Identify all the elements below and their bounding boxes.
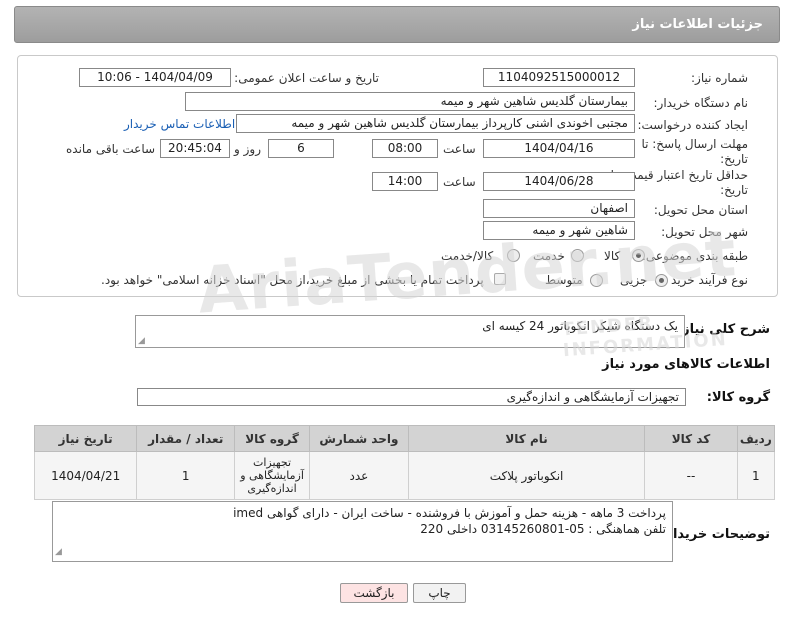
city-label: شهر محل تحویل: (661, 225, 748, 239)
purchase-radio-minor[interactable] (655, 274, 668, 287)
description-label: شرح کلی نیاز: (676, 322, 770, 337)
reply-deadline-label: مهلت ارسال پاسخ: تا تاریخ: (641, 137, 748, 166)
requester-field: مجتبی اخوندی اشنی کارپرداز بیمارستان گلد… (236, 114, 635, 133)
buyer-contact-link[interactable]: اطلاعات تماس خریدار (124, 117, 235, 131)
cell-unit: عدد (308, 451, 409, 500)
col-header-date: تاریخ نیاز (33, 425, 138, 452)
back-button[interactable]: بازگشت (340, 583, 408, 603)
purchase-type-label: نوع فرآیند خرید : (663, 273, 748, 287)
price-validity-date: 1404/06/28 (483, 172, 635, 191)
col-header-code: کد کالا (644, 425, 738, 452)
province-label: استان محل تحویل: (653, 203, 748, 217)
cell-code: -- (644, 451, 738, 500)
cell-row-number: 1 (736, 451, 776, 500)
cell-name: انکوباتور پلاکت (407, 451, 646, 500)
buyer-notes-label: توضیحات خریدار: (660, 527, 770, 542)
price-validity-time-label: ساعت (443, 175, 476, 189)
treasury-checkbox[interactable] (494, 273, 506, 285)
description-text: یک دستگاه شیکر انکوباتور 24 کیسه ای (482, 319, 678, 333)
announce-date-label: تاریخ و ساعت اعلان عمومی: (234, 71, 379, 85)
remaining-time-field: 20:45:04 (160, 139, 230, 158)
province-field: اصفهان (483, 199, 635, 218)
items-table: ردیف کد کالا نام کالا واحد شمارش گروه کا… (33, 425, 776, 500)
announce-date-field: 1404/04/09 - 10:06 (79, 68, 231, 87)
reply-deadline-time: 08:00 (372, 139, 438, 158)
category-radio-service[interactable] (571, 249, 584, 262)
category-option-goods: کالا (604, 249, 621, 263)
category-option-service: خدمت (533, 249, 565, 263)
col-header-name: نام کالا (407, 425, 646, 452)
need-number-field: 1104092515000012 (483, 68, 635, 87)
city-field: شاهین شهر و میمه (483, 221, 635, 240)
col-header-row-number: ردیف (736, 425, 776, 452)
buyer-notes-line-1: پرداخت 3 ماهه - هزینه حمل و آموزش با فرو… (233, 506, 666, 520)
need-number-label: شماره نیاز: (691, 71, 748, 85)
print-button[interactable]: چاپ (413, 583, 466, 603)
goods-section-title: اطلاعات کالاهای مورد نیاز (602, 357, 770, 372)
category-radio-goods-service[interactable] (507, 249, 520, 262)
resize-grip-icon[interactable]: ◢ (138, 336, 145, 346)
col-header-unit: واحد شمارش (308, 425, 409, 452)
buyer-notes-textarea[interactable]: پرداخت 3 ماهه - هزینه حمل و آموزش با فرو… (52, 501, 673, 562)
col-header-quantity: تعداد / مقدار (136, 425, 236, 452)
price-validity-time: 14:00 (372, 172, 438, 191)
remaining-days-field: 6 (268, 139, 334, 158)
purchase-option-medium: متوسط (545, 273, 583, 287)
reply-deadline-date: 1404/04/16 (483, 139, 635, 158)
cell-group: تجهیزات آزمایشگاهی و اندازه‌گیری (234, 451, 310, 500)
table-row: 1 -- انکوباتور پلاکت عدد تجهیزات آزمایشگ… (33, 451, 776, 500)
category-option-goods-service: کالا/خدمت (441, 249, 494, 263)
buyer-notes-line-2: تلفن هماهنگی : 05-03145260801 داخلی 220 (420, 522, 666, 536)
category-label: طبقه بندی موضوعی: (641, 249, 748, 263)
page-header: جزئیات اطلاعات نیاز (14, 6, 780, 43)
purchase-radio-medium[interactable] (590, 274, 603, 287)
description-textarea[interactable]: یک دستگاه شیکر انکوباتور 24 کیسه ای ◢ (135, 315, 685, 348)
cell-date: 1404/04/21 (33, 451, 138, 500)
category-radio-goods[interactable] (632, 249, 645, 262)
remaining-time-label: ساعت باقی مانده (66, 142, 156, 156)
remaining-days-label: روز و (234, 142, 261, 156)
cell-quantity: 1 (136, 451, 236, 500)
resize-grip-icon[interactable]: ◢ (55, 544, 62, 560)
col-header-group: گروه کالا (234, 425, 310, 452)
buyer-org-field: بیمارستان گلدیس شاهین شهر و میمه (185, 92, 635, 111)
purchase-option-minor: جزیی (620, 273, 648, 287)
table-header-row: ردیف کد کالا نام کالا واحد شمارش گروه کا… (33, 425, 776, 452)
goods-group-label: گروه کالا: (706, 390, 770, 405)
reply-deadline-time-label: ساعت (443, 142, 476, 156)
goods-group-field: تجهیزات آزمایشگاهی و اندازه‌گیری (137, 388, 686, 406)
requester-label: ایجاد کننده درخواست: (637, 118, 748, 132)
treasury-note: پرداخت تمام یا بخشی از مبلغ خرید،از محل … (101, 273, 484, 287)
buyer-org-label: نام دستگاه خریدار: (653, 96, 749, 110)
